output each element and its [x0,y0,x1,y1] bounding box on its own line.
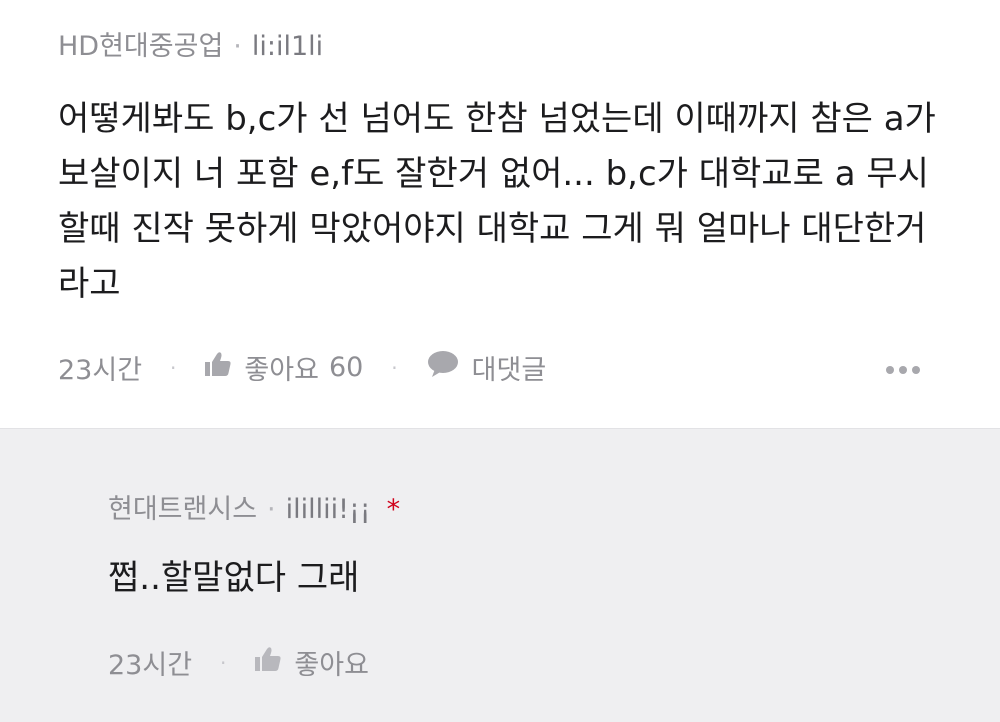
like-count: 60 [328,352,364,383]
reply-author-line: 현대트랜시스 · ilillii!¡¡ * [108,487,400,526]
more-dots-icon[interactable] [886,359,930,379]
meta-separator: · [391,355,398,380]
reply-time: 23시간 [108,650,193,681]
like-label: 좋아요 [294,650,369,681]
nickname[interactable]: ilillii!¡¡ [286,494,371,525]
thumbs-up-icon [254,646,282,679]
comment-time: 23시간 [58,355,143,386]
company-name[interactable]: HD현대중공업 [58,31,223,62]
reply-card: 현대트랜시스 · ilillii!¡¡ * 쩝..할말없다 그래 23시간 · 좋아요 [0,428,1000,722]
comment-meta: 23시간 · 좋아요 60 · 대댓글 [58,348,546,387]
comment-author-line: HD현대중공업 · li:il1li [58,24,323,63]
author-star-badge: * [386,494,401,525]
comment-body: 어떻게봐도 b,c가 선 넘어도 한참 넘었는데 이때까지 참은 a가 보살이지… [58,99,936,304]
like-label: 좋아요 [244,355,319,386]
meta-separator: · [170,355,177,380]
nickname[interactable]: li:il1li [252,31,323,62]
reply-button[interactable]: 대댓글 [426,348,547,387]
reply-meta: 23시간 · 좋아요 [108,643,369,682]
speech-bubble-icon [426,350,460,385]
thumbs-up-icon [204,351,232,384]
separator-dot: · [233,31,242,62]
separator-dot: · [267,494,276,525]
company-name[interactable]: 현대트랜시스 [108,494,257,525]
reply-body: 쩝..할말없다 그래 [108,558,360,598]
like-button[interactable]: 좋아요 60 [204,348,363,387]
like-button[interactable]: 좋아요 [254,643,369,682]
meta-separator: · [220,650,227,675]
comment-card: HD현대중공업 · li:il1li 어떻게봐도 b,c가 선 넘어도 한참 넘었는… [0,0,1000,428]
reply-label: 대댓글 [471,355,547,386]
